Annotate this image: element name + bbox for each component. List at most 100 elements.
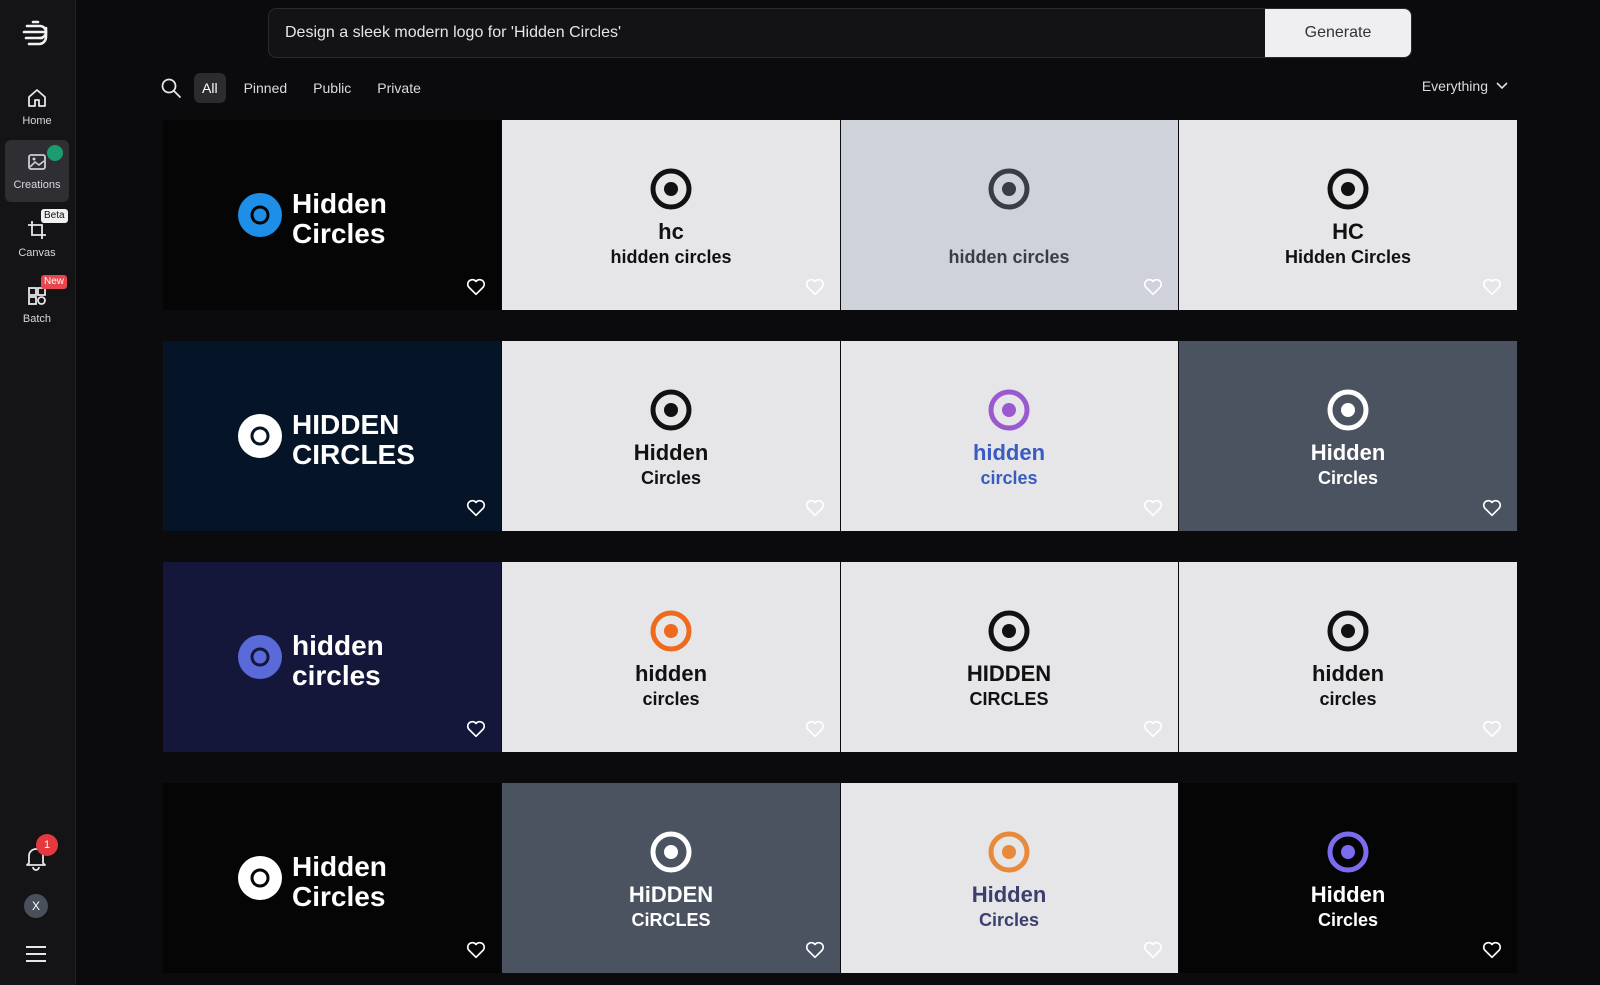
favorite-heart-icon[interactable] (804, 276, 826, 298)
grid-row: HIDDEN CIRCLES Hidden Circles hidden circles H… (163, 341, 1517, 531)
app-logo-icon[interactable] (20, 18, 54, 52)
avatar[interactable]: X (24, 894, 48, 918)
hamburger-menu-icon[interactable] (24, 944, 48, 964)
logo-wordmark-line2: CiRCLES (631, 910, 710, 930)
circle-emblem-icon (988, 389, 1030, 431)
creation-card[interactable]: HiDDEN CiRCLES (501, 783, 840, 973)
sidebar-item-canvas[interactable]: Beta Canvas (5, 208, 69, 270)
creation-card[interactable]: Hidden Circles (1179, 341, 1517, 531)
logo-artwork: HiddenCircles (633, 389, 708, 488)
creations-grid: Hidden Circles hc hidden circles hidden circ… (163, 120, 1517, 973)
circle-emblem-icon (237, 414, 282, 458)
logo-wordmark-line1: Hidden (292, 188, 387, 219)
circle-emblem-icon (1327, 168, 1369, 210)
home-icon (28, 89, 46, 107)
logo-wordmark-line1: HIDDEN (292, 409, 399, 440)
logo-wordmark-line2: Hidden Circles (1285, 247, 1411, 267)
logo-artwork: HIDDENCIRCLES (967, 610, 1052, 709)
favorite-heart-icon[interactable] (1481, 718, 1503, 740)
logo-artwork: hidden circles (635, 610, 707, 709)
favorite-heart-icon[interactable] (1142, 718, 1164, 740)
grid-row: Hidden Circles hc hidden circles hidden circ… (163, 120, 1517, 310)
logo-artwork: HC Hidden Circles (1285, 168, 1411, 267)
favorite-heart-icon[interactable] (465, 718, 487, 740)
logo-artwork: HiDDEN CiRCLES (628, 831, 713, 930)
circle-emblem-icon (237, 193, 282, 237)
creation-card[interactable]: hidden circles (501, 562, 840, 752)
logo-artwork: HIDDENCIRCLES (237, 409, 415, 470)
creation-card[interactable]: hidden circles (163, 562, 501, 752)
scope-dropdown[interactable]: Everything (1422, 78, 1508, 94)
logo-wordmark-line1: Hidden (972, 882, 1047, 907)
circle-emblem-icon (650, 610, 692, 652)
creation-card[interactable]: Hidden Circles (840, 783, 1179, 973)
creation-card[interactable]: hidden circles (1179, 562, 1517, 752)
circle-emblem-icon (650, 168, 692, 210)
sidebar-item-label: Canvas (18, 247, 56, 259)
favorite-heart-icon[interactable] (1481, 276, 1503, 298)
filter-tab-pinned[interactable]: Pinned (236, 73, 296, 103)
favorite-heart-icon[interactable] (465, 939, 487, 961)
logo-artwork: HiddenCircles (237, 851, 387, 912)
circle-emblem-icon (650, 831, 692, 873)
creation-card[interactable]: hc hidden circles (501, 120, 840, 310)
circle-emblem-icon (988, 168, 1030, 210)
logo-wordmark-line2: Circles (979, 910, 1039, 930)
logo-wordmark-line2: hidden circles (610, 247, 731, 267)
generate-button[interactable]: Generate (1265, 9, 1411, 57)
logo-wordmark-line1: Hidden (633, 440, 708, 465)
logo-artwork: hidden circles (1312, 610, 1384, 709)
favorite-heart-icon[interactable] (1142, 939, 1164, 961)
grid-row: Hidden Circles HiDDEN CiRCLES Hidden Circles H… (163, 783, 1517, 973)
favorite-heart-icon[interactable] (1142, 497, 1164, 519)
prompt-input[interactable] (269, 9, 1265, 57)
logo-wordmark-line1: hc (658, 219, 684, 244)
favorite-heart-icon[interactable] (804, 939, 826, 961)
search-icon[interactable] (160, 77, 182, 99)
favorite-heart-icon[interactable] (804, 497, 826, 519)
logo-wordmark-line1: Hidden (1311, 440, 1386, 465)
logo-wordmark-line1: hidden (973, 440, 1045, 465)
logo-artwork: hc hidden circles (610, 168, 731, 267)
favorite-heart-icon[interactable] (465, 497, 487, 519)
sidebar-item-label: Home (22, 115, 52, 127)
sidebar: Home Creations Beta Canvas New Batch 1 X (0, 0, 76, 985)
favorite-heart-icon[interactable] (804, 718, 826, 740)
filter-tab-all[interactable]: All (194, 73, 226, 103)
favorite-heart-icon[interactable] (1481, 497, 1503, 519)
favorite-heart-icon[interactable] (1142, 276, 1164, 298)
circle-emblem-icon (1327, 389, 1369, 431)
creation-card[interactable]: hidden circles (840, 341, 1179, 531)
creation-card[interactable]: hidden circles (840, 120, 1179, 310)
creation-card[interactable]: Hidden Circles (163, 783, 501, 973)
logo-wordmark-line2: hidden circles (949, 247, 1070, 267)
sidebar-item-creations[interactable]: Creations (5, 140, 69, 202)
logo-artwork: Hidden Circles (1311, 389, 1386, 488)
creation-card[interactable]: Hidden Circles (163, 120, 501, 310)
filter-tab-public[interactable]: Public (305, 73, 359, 103)
circle-emblem-icon (988, 831, 1030, 873)
favorite-heart-icon[interactable] (1481, 939, 1503, 961)
logo-artwork: HiddenCircles (237, 188, 387, 249)
creation-card[interactable]: Hidden Circles (1179, 783, 1517, 973)
creation-card[interactable]: HC Hidden Circles (1179, 120, 1517, 310)
logo-wordmark-line2: Circles (1318, 468, 1378, 488)
logo-artwork: hidden circles (949, 168, 1070, 267)
scope-dropdown-label: Everything (1421, 78, 1488, 94)
logo-artwork: HiddenCircles (1311, 831, 1385, 930)
favorite-heart-icon[interactable] (465, 276, 487, 298)
logo-wordmark-line2: CIRCLES (970, 689, 1049, 709)
sidebar-item-batch[interactable]: New Batch (5, 274, 69, 336)
prompt-bar: Generate (268, 8, 1412, 58)
creation-card[interactable]: HIDDEN CIRCLES (163, 341, 501, 531)
sidebar-item-home[interactable]: Home (5, 76, 69, 138)
image-icon (28, 154, 46, 170)
filter-bar: All Pinned Public Private (160, 72, 429, 104)
circle-emblem-icon (650, 389, 692, 431)
creation-card[interactable]: Hidden Circles (501, 341, 840, 531)
notification-count-badge: 1 (36, 834, 58, 856)
status-dot (47, 145, 63, 161)
filter-tab-private[interactable]: Private (369, 73, 429, 103)
logo-wordmark-line2: circles (642, 689, 699, 709)
creation-card[interactable]: HIDDEN CIRCLES (840, 562, 1179, 752)
